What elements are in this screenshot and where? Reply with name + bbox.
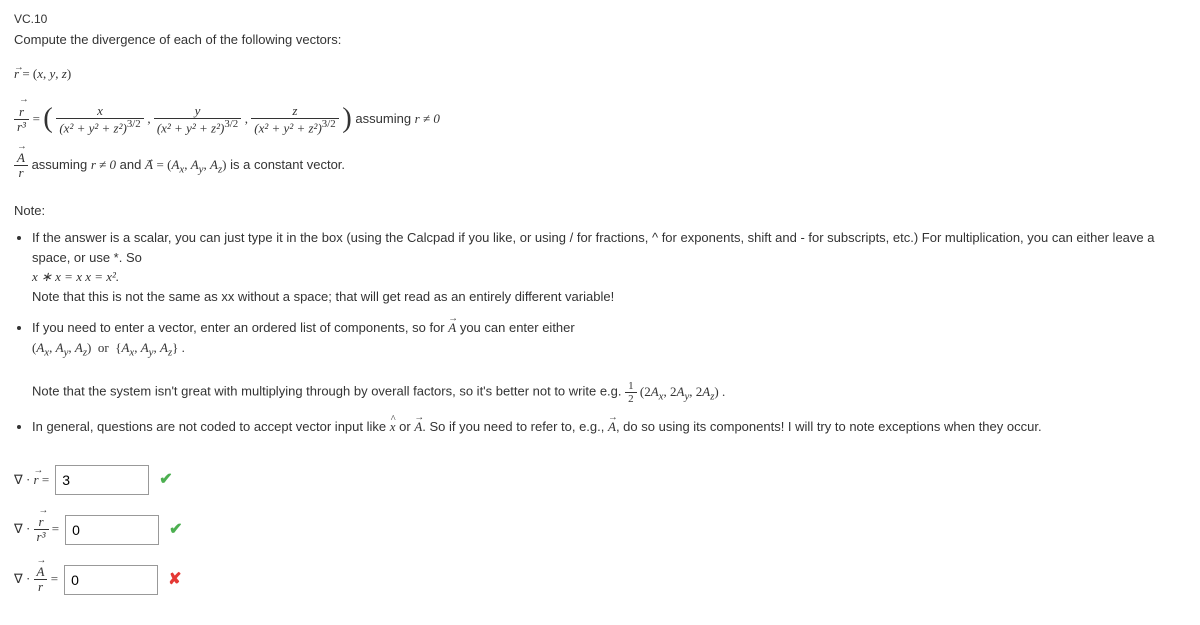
definitions-block: r = (x, y, z) r r³ = ( x (x² + y² + z²)3… — [14, 60, 1186, 183]
frac-z-component: z (x² + y² + z²)3/2 — [251, 104, 338, 136]
note-header: Note: — [14, 201, 1186, 221]
answer-label-2: ∇ · rr³ = — [14, 515, 59, 545]
answer-row-2: ∇ · rr³ = ✔ — [14, 515, 1186, 545]
A-over-r: A r — [14, 151, 28, 181]
answer-label-3: ∇ · Ar = — [14, 565, 58, 595]
question-id: VC.10 — [14, 10, 1186, 28]
assuming-text-1: assuming — [355, 111, 414, 126]
note-item-2: If you need to enter a vector, enter an … — [32, 318, 1186, 405]
constant-vector-text: is a constant vector. — [230, 157, 345, 172]
answer-input-2[interactable] — [65, 515, 159, 545]
answer-label-1: ∇ · r = — [14, 470, 49, 490]
check-icon: ✔ — [159, 468, 172, 492]
answer-input-1[interactable] — [55, 465, 149, 495]
frac-x-component: x (x² + y² + z²)3/2 — [56, 104, 143, 136]
assuming-text-2: assuming r ≠ 0 and — [32, 157, 145, 172]
check-icon: ✔ — [169, 518, 182, 542]
frac-y-component: y (x² + y² + z²)3/2 — [154, 104, 241, 136]
note-item-1: If the answer is a scalar, you can just … — [32, 228, 1186, 306]
answer-row-3: ∇ · Ar = ✘ — [14, 565, 1186, 595]
r-ne-0-1: r ≠ 0 — [415, 111, 440, 126]
A-vector-symbol: A — [145, 157, 153, 172]
question-prompt: Compute the divergence of each of the fo… — [14, 30, 1186, 50]
note-item-3: In general, questions are not coded to a… — [32, 417, 1186, 437]
notes-list: If the answer is a scalar, you can just … — [32, 228, 1186, 437]
r-vector-symbol: r — [14, 66, 19, 81]
r-over-r3: r r³ — [14, 105, 29, 135]
answer-row-1: ∇ · r = ✔ — [14, 465, 1186, 495]
answer-input-3[interactable] — [64, 565, 158, 595]
cross-icon: ✘ — [168, 568, 181, 592]
